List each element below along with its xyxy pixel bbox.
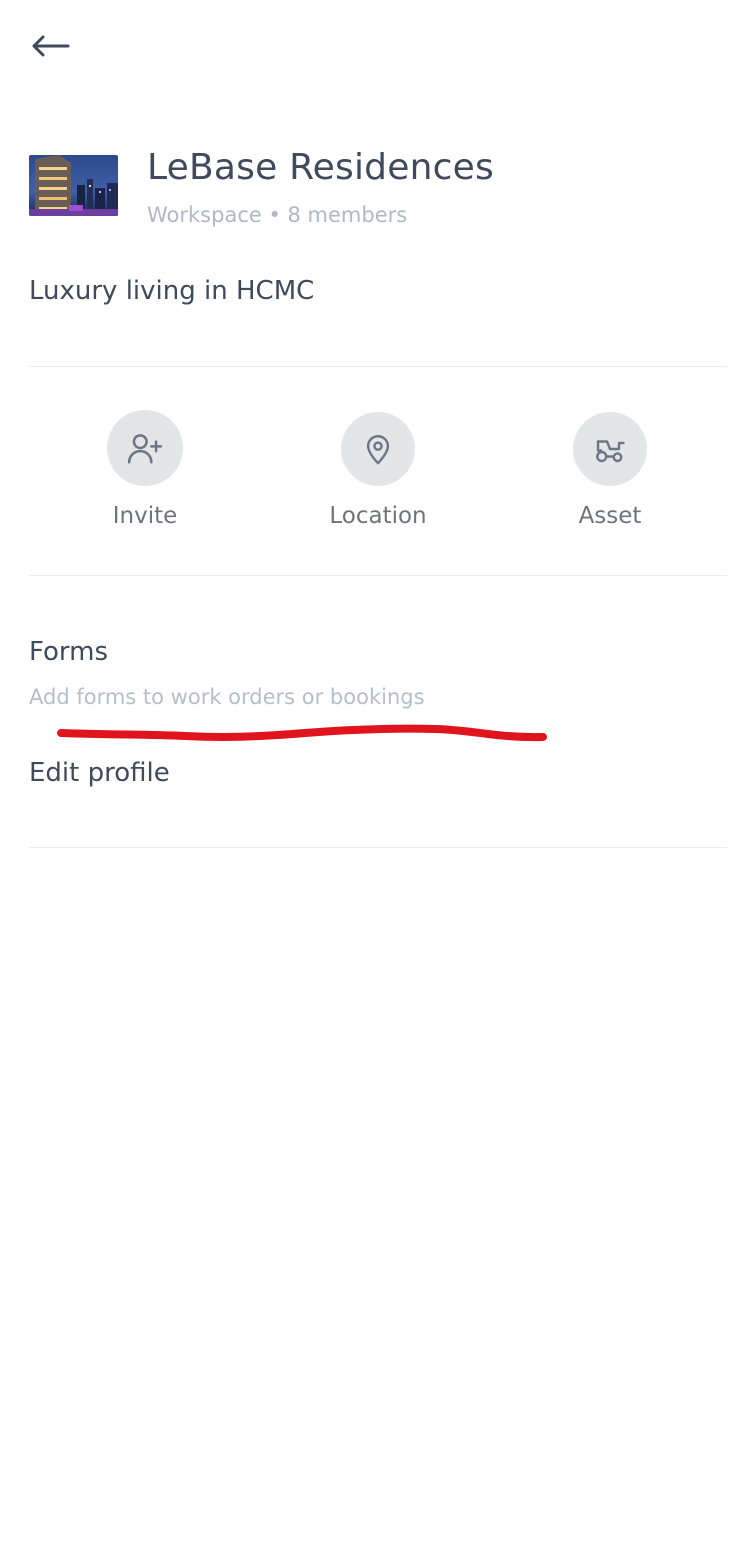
invite-icon-circle [107, 410, 183, 486]
workspace-header: LeBase Residences Workspace • 8 members [29, 148, 727, 232]
invite-button[interactable]: Invite [55, 410, 235, 530]
workspace-title: LeBase Residences [147, 147, 494, 188]
add-user-icon [127, 434, 163, 464]
asset-icon-circle [573, 412, 647, 486]
divider [29, 366, 727, 367]
asset-label: Asset [578, 503, 642, 529]
divider [29, 575, 727, 576]
forms-title: Forms [29, 637, 109, 667]
invite-label: Invite [112, 503, 178, 529]
location-icon-circle [341, 412, 415, 486]
back-button[interactable] [24, 24, 76, 68]
tractor-icon [596, 440, 625, 463]
edit-profile-button[interactable]: Edit profile [29, 757, 170, 789]
arrow-left-icon [32, 35, 70, 57]
forms-subtitle: Add forms to work orders or bookings [29, 685, 425, 709]
red-underline-annotation [57, 724, 547, 742]
map-pin-icon [366, 435, 390, 465]
workspace-description: Luxury living in HCMC [29, 276, 315, 306]
location-button[interactable]: Location [288, 412, 468, 530]
divider [29, 847, 727, 848]
action-row: Invite Location Asset [29, 410, 727, 540]
workspace-subtitle: Workspace • 8 members [147, 203, 408, 227]
location-label: Location [329, 503, 427, 529]
workspace-thumbnail [29, 155, 118, 216]
asset-button[interactable]: Asset [520, 412, 700, 530]
